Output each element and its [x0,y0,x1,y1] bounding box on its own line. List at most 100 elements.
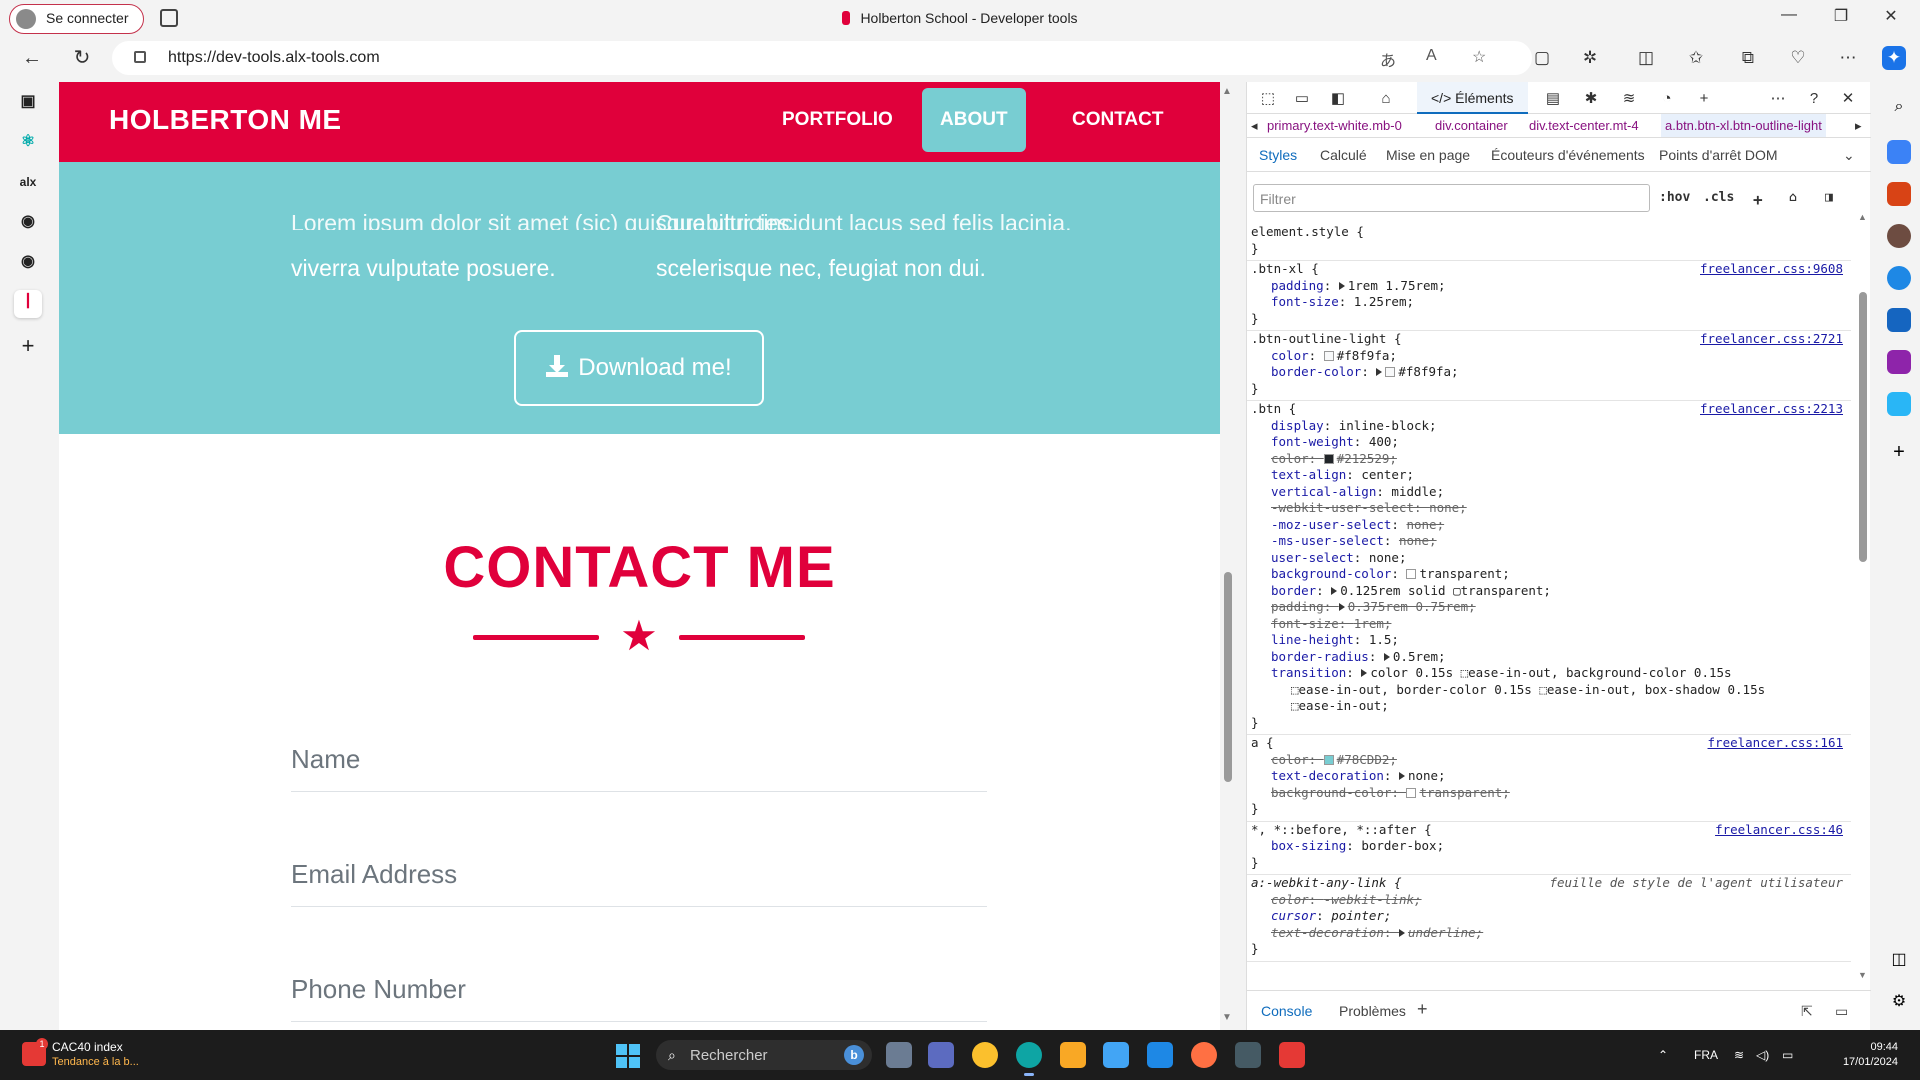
close-devtools-icon[interactable]: ✕ [1837,88,1859,110]
console-icon[interactable]: ▤ [1542,88,1564,110]
css-property[interactable]: display [1271,418,1324,433]
page-scroll-thumb[interactable] [1224,572,1232,782]
minimize-button[interactable]: — [1766,6,1812,24]
css-property[interactable]: font-size [1271,294,1339,309]
css-declaration[interactable]: user-select: none; [1271,550,1407,565]
drawer-tab-problems[interactable]: Problèmes [1339,1003,1406,1019]
restore-button[interactable]: ❐ [1818,6,1864,26]
page-scrollbar[interactable]: ▲ ▼ [1220,82,1236,1030]
tab-actions-icon[interactable]: ▣ [14,88,42,116]
styles-scroll-down-icon[interactable]: ▼ [1858,970,1867,980]
css-property[interactable]: line-height [1271,632,1354,647]
add-app-icon[interactable]: + [1887,440,1911,464]
email-field[interactable]: Email Address [291,847,987,907]
subtab-dom-breakpoints[interactable]: Points d'arrêt DOM [1659,147,1778,163]
css-declaration[interactable]: text-align: center; [1271,467,1414,482]
css-value[interactable]: 0.125rem solid ▢transparent; [1340,583,1551,598]
close-window-button[interactable]: ✕ [1868,6,1914,26]
css-property[interactable]: text-align [1271,467,1346,482]
hov-toggle[interactable]: :hov [1659,190,1690,205]
breadcrumb-left-arrow-icon[interactable]: ◂ [1251,114,1258,137]
css-value[interactable]: border-box; [1361,838,1444,853]
css-property[interactable]: -moz-user-select [1271,517,1391,532]
edge-icon[interactable] [1016,1042,1042,1076]
css-declaration[interactable]: font-size: 1.25rem; [1271,294,1414,309]
paint-brush-icon[interactable]: ⌂ [1789,190,1797,205]
extensions-icon[interactable]: ✲ [1578,46,1602,70]
css-value[interactable]: #f8f9fa; [1398,364,1458,379]
phone-field[interactable]: Phone Number [291,962,987,1022]
css-value[interactable]: middle; [1391,484,1444,499]
css-value[interactable]: 1.5; [1369,632,1399,647]
holberton-icon[interactable]: ꟾ [14,290,42,318]
css-declaration[interactable]: border-color: #f8f9fa; [1271,364,1459,379]
css-property[interactable]: font-weight [1271,434,1354,449]
color-swatch-icon[interactable] [1323,754,1334,765]
css-declaration[interactable]: -moz-user-select: none; [1271,517,1444,532]
css-declaration[interactable]: padding: 1rem 1.75rem; [1271,278,1446,293]
css-selector[interactable]: a { [1251,735,1274,750]
css-source-link[interactable]: freelancer.css:161 [1708,735,1843,750]
css-rule[interactable]: a {freelancer.css:161 color: #78CDD2; text… [1247,735,1851,822]
clock[interactable]: 09:44 17/01/2024 [1838,1040,1898,1070]
css-value[interactable]: none; [1369,550,1407,565]
breadcrumb-item[interactable]: div.text-center.mt-4 [1529,114,1639,137]
language-indicator[interactable]: FRA [1694,1048,1718,1062]
styles-scroll-up-icon[interactable]: ▲ [1858,212,1867,222]
download-button[interactable]: Download me! [514,330,764,406]
css-value[interactable]: color 0.15s ⬚ease-in-out, background-col… [1370,665,1731,680]
breadcrumb-item[interactable]: primary.text-white.mb-0 [1267,114,1402,137]
help-icon[interactable]: ? [1803,88,1825,110]
read-aloud-icon[interactable]: A [1426,47,1437,65]
css-property[interactable]: color [1271,752,1309,767]
github-icon[interactable]: ◉ [14,248,42,276]
css-property[interactable]: color [1271,451,1309,466]
breadcrumb-item[interactable]: div.container [1435,114,1508,137]
css-source-link[interactable]: freelancer.css:9608 [1700,261,1843,276]
css-value[interactable]: 1rem 1.75rem; [1348,278,1446,293]
refresh-button[interactable]: ↻ [68,44,96,72]
start-button[interactable] [616,1044,640,1068]
scroll-down-icon[interactable]: ▼ [1222,1012,1232,1023]
css-property[interactable]: color [1271,892,1309,907]
tab-elements[interactable]: </> Éléments [1417,82,1528,114]
expand-triangle-icon[interactable] [1338,603,1345,611]
css-declaration[interactable]: font-weight: 400; [1271,434,1399,449]
css-declaration[interactable]: text-decoration: underline; [1271,925,1483,940]
designer-icon[interactable] [1887,350,1911,374]
css-declaration[interactable]: font-size: 1rem; [1271,616,1391,631]
terminal-icon[interactable] [1235,1042,1261,1068]
css-value[interactable]: #78CDD2; [1337,752,1397,767]
css-rule[interactable]: element.style {} [1247,224,1851,261]
color-swatch-icon[interactable] [1323,453,1334,464]
drawer-add-tab-icon[interactable]: + [1417,999,1428,1020]
devtools-more-icon[interactable]: ⋯ [1767,88,1789,110]
css-property[interactable]: border [1271,583,1316,598]
performance-icon[interactable]: ◔ [1656,88,1678,110]
css-value[interactable]: inline-block; [1339,418,1437,433]
sidebar-toggle-icon[interactable]: ◨ [1825,190,1833,205]
expand-triangle-icon[interactable] [1338,281,1345,290]
widgets-button[interactable]: 1 CAC40 index Tendance à la b... [18,1038,158,1072]
collections-icon[interactable]: ⧉ [1736,46,1760,70]
css-declaration[interactable]: ⬚ease-in-out; [1291,698,1389,713]
app-available-icon[interactable]: ▢ [1530,46,1554,70]
css-declaration[interactable]: color: #f8f9fa; [1271,348,1397,363]
css-value[interactable]: -webkit-link; [1324,892,1422,907]
drawer-undock-icon[interactable]: ⇱ [1801,1003,1813,1020]
css-property[interactable]: background-color [1271,785,1391,800]
css-property[interactable]: color [1271,348,1309,363]
css-declaration[interactable]: padding: 0.375rem 0.75rem; [1271,599,1476,614]
css-value[interactable]: none; [1399,533,1437,548]
browser-essentials-icon[interactable]: ♡ [1786,46,1810,70]
expand-triangle-icon[interactable] [1398,772,1405,780]
address-bar[interactable]: https://dev-tools.alx-tools.com あ A ☆ [112,41,1532,75]
device-emulation-icon[interactable]: ▭ [1291,88,1313,110]
styles-scrollbar[interactable]: ▲ ▼ [1857,212,1869,982]
wifi-icon[interactable]: ≋ [1734,1048,1744,1062]
subtabs-overflow-chevron-icon[interactable]: ⌄ [1843,147,1855,164]
css-property[interactable]: background-color [1271,566,1391,581]
scroll-up-icon[interactable]: ▲ [1222,86,1232,97]
vscode-icon[interactable] [1147,1042,1173,1068]
css-property[interactable]: box-sizing [1271,838,1346,853]
